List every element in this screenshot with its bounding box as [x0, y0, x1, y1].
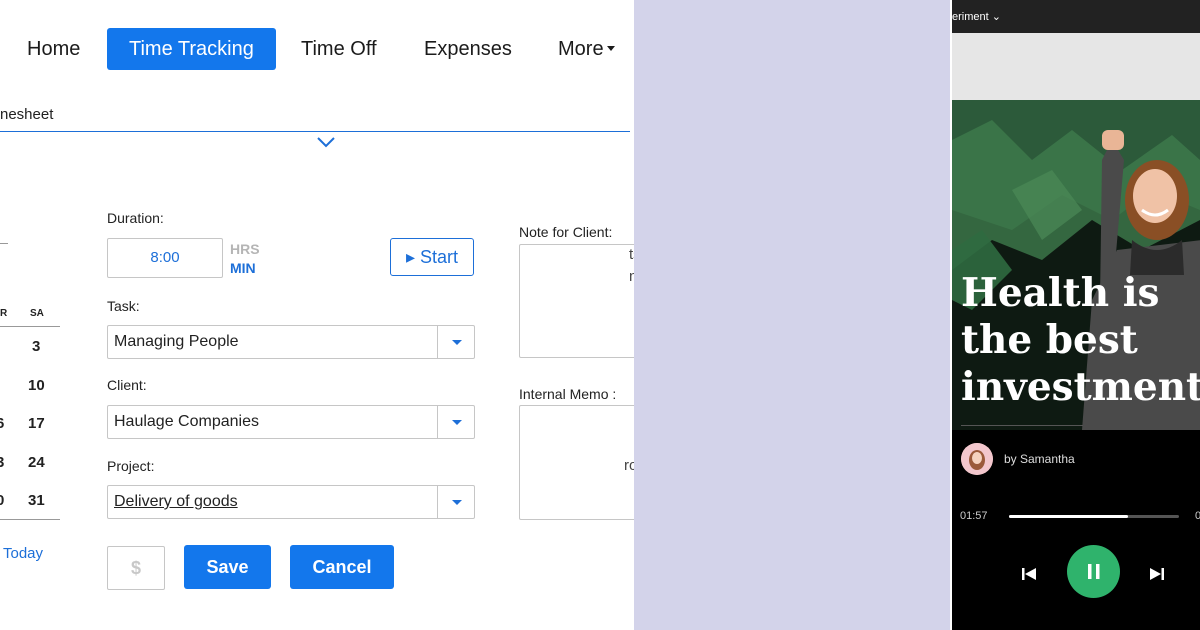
elapsed-time: 01:57 — [960, 510, 988, 522]
total-time: 0 — [1195, 510, 1200, 522]
select-separator — [437, 486, 438, 518]
progress-fill — [1009, 515, 1128, 518]
nav-more[interactable]: More — [558, 28, 615, 70]
nav-time-tracking[interactable]: Time Tracking — [107, 28, 276, 70]
caret-down-icon — [606, 45, 615, 51]
calendar-day[interactable]: 6 — [0, 415, 4, 432]
author-avatar[interactable] — [961, 443, 993, 475]
chevron-down-icon[interactable] — [316, 136, 336, 148]
cancel-button[interactable]: Cancel — [290, 545, 394, 589]
nav-expenses[interactable]: Expenses — [424, 28, 512, 70]
task-value: Managing People — [114, 333, 239, 350]
internal-memo-label: Internal Memo : — [519, 386, 617, 402]
save-button[interactable]: Save — [184, 545, 271, 589]
client-value: Haulage Companies — [114, 413, 259, 430]
calendar-day[interactable]: 17 — [28, 415, 45, 432]
duration-input[interactable]: 8:00 — [107, 238, 223, 278]
internal-memo-field[interactable] — [519, 405, 634, 520]
dropdown-arrow-icon[interactable] — [452, 420, 462, 425]
note-for-client-field[interactable] — [519, 244, 634, 358]
duration-label: Duration: — [107, 210, 164, 226]
calendar-day[interactable]: 0 — [0, 492, 4, 509]
player-topbar: eriment ⌄ — [952, 0, 1200, 33]
calendar-header-sa: SA — [30, 308, 44, 319]
calendar-day[interactable]: 3 — [32, 338, 40, 355]
background-panel — [634, 0, 950, 630]
skip-previous-icon[interactable] — [1021, 566, 1037, 582]
audio-player-panel: eriment ⌄ Health is the best investment … — [952, 0, 1200, 630]
pause-button[interactable] — [1067, 545, 1120, 598]
task-select[interactable]: Managing People — [107, 325, 475, 359]
nav-more-label: More — [558, 38, 604, 60]
calendar-divider — [0, 243, 8, 244]
unit-hrs-toggle[interactable]: HRS — [230, 241, 260, 257]
dropdown-arrow-icon[interactable] — [452, 500, 462, 505]
calendar-day[interactable]: 3 — [0, 454, 4, 471]
client-select[interactable]: Haulage Companies — [107, 405, 475, 439]
player-header — [952, 33, 1200, 100]
timesheet-divider — [0, 131, 630, 132]
billable-toggle[interactable]: $ — [107, 546, 165, 590]
episode-title: Health is the best investment — [961, 270, 1200, 410]
progress-track[interactable] — [1009, 515, 1179, 518]
experiment-menu[interactable]: eriment ⌄ — [952, 10, 1001, 23]
avatar-face-icon — [961, 443, 993, 475]
calendar-divider — [0, 326, 60, 327]
note-for-client-label: Note for Client: — [519, 224, 613, 240]
skip-next-icon[interactable] — [1149, 566, 1165, 582]
title-divider — [961, 425, 1083, 426]
select-separator — [437, 406, 438, 438]
calendar-day[interactable]: 10 — [28, 377, 45, 394]
project-select[interactable]: Delivery of goods — [107, 485, 475, 519]
client-label: Client: — [107, 377, 147, 393]
today-link[interactable]: Today — [3, 545, 43, 562]
calendar-day[interactable]: 31 — [28, 492, 45, 509]
clipped-text: roject — [624, 457, 634, 474]
calendar-divider — [0, 519, 60, 520]
unit-min-toggle[interactable]: MIN — [230, 260, 256, 276]
pause-icon — [1088, 564, 1100, 579]
author-name[interactable]: by Samantha — [1004, 452, 1075, 466]
project-label: Project: — [107, 458, 155, 474]
calendar-day[interactable]: 24 — [28, 454, 45, 471]
time-tracking-panel: Home Time Tracking Time Off Expenses Mor… — [0, 0, 634, 630]
task-label: Task: — [107, 298, 140, 314]
project-value: Delivery of goods — [114, 493, 238, 510]
start-timer-button[interactable]: ▸ Start — [390, 238, 474, 276]
select-separator — [437, 326, 438, 358]
dropdown-arrow-icon[interactable] — [452, 340, 462, 345]
nav-time-off[interactable]: Time Off — [301, 28, 377, 70]
calendar-header-fr: R — [0, 308, 8, 319]
timesheet-tab[interactable]: nesheet — [0, 106, 53, 123]
nav-home[interactable]: Home — [27, 28, 80, 70]
